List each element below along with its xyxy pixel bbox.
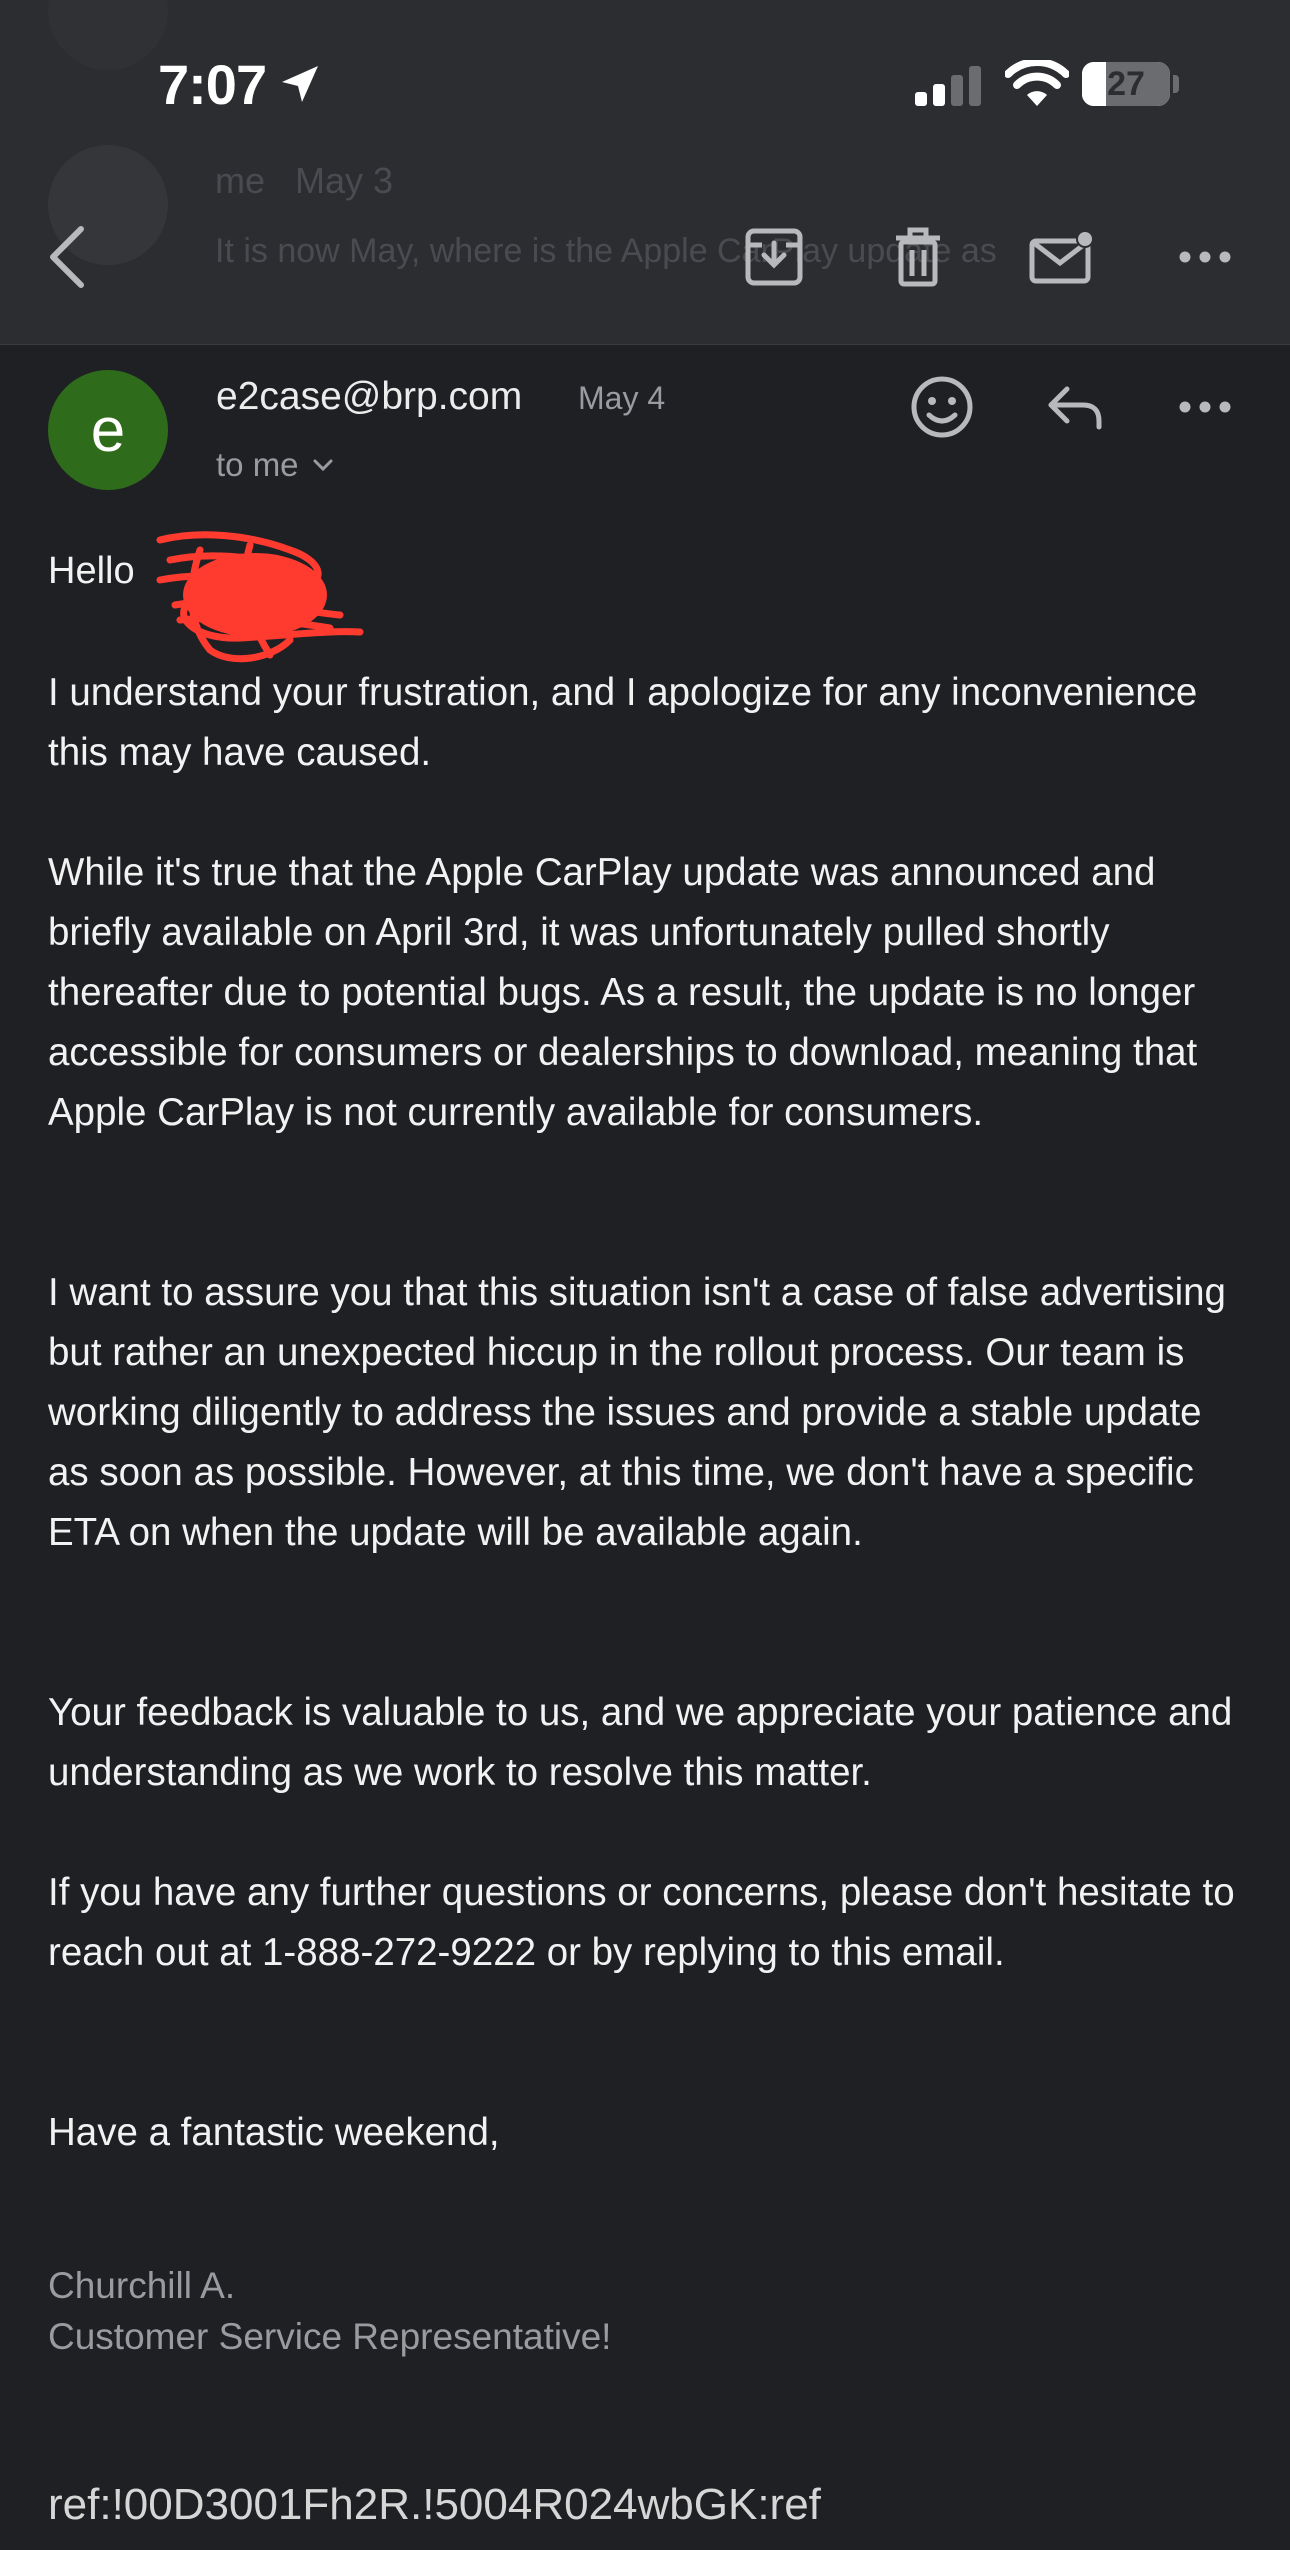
body-paragraph: If you have any further questions or con… (48, 1871, 1235, 1974)
more-options-button[interactable] (1170, 222, 1240, 292)
trash-icon (896, 227, 940, 287)
chevron-left-icon (50, 226, 84, 288)
add-reaction-button[interactable] (905, 370, 979, 444)
battery-indicator: 27 (1082, 62, 1170, 106)
message-date: May 4 (578, 380, 666, 416)
faded-thread-header: me May 3 (215, 160, 393, 202)
reference-id: ref:!00D3001Fh2R.!5004R024wbGK:ref (48, 2480, 821, 2529)
smiley-icon (911, 376, 973, 438)
reply-button[interactable] (1038, 370, 1112, 444)
faded-sender: me (215, 160, 266, 201)
body-paragraph: I understand your frustration, and I apo… (48, 671, 1198, 774)
email-detail-screen: me May 3 It is now May, where is the App… (0, 0, 1290, 2550)
mark-unread-button[interactable] (1027, 222, 1097, 292)
body-paragraph: While it's true that the Apple CarPlay u… (48, 851, 1198, 1134)
more-horizontal-icon (1179, 251, 1231, 263)
cellular-signal-icon (915, 66, 981, 106)
signature-name: Churchill A. (48, 2265, 236, 2306)
back-button[interactable] (32, 222, 102, 292)
top-toolbar: me May 3 It is now May, where is the App… (0, 0, 1290, 345)
delete-button[interactable] (883, 222, 953, 292)
greeting: Hello (48, 550, 135, 593)
greeting-text: Hello (48, 550, 135, 592)
location-arrow-icon (282, 66, 318, 102)
wifi-icon (1005, 60, 1069, 106)
recipient-label: to me (216, 446, 299, 483)
signature: Churchill A. Customer Service Representa… (48, 2260, 611, 2362)
chevron-down-icon (313, 459, 333, 472)
redaction-scribble (156, 531, 364, 663)
battery-percent: 27 (1107, 64, 1145, 103)
recipient-details-toggle[interactable]: to me (216, 446, 333, 484)
faded-preview: It is now May, where is the Apple CarPla… (215, 232, 997, 270)
battery-nub (1173, 75, 1179, 93)
mail-unread-icon (1029, 230, 1094, 284)
sender-avatar[interactable]: e (48, 370, 168, 490)
archive-icon (745, 228, 803, 286)
more-horizontal-icon (1179, 401, 1231, 413)
archive-button[interactable] (739, 222, 809, 292)
faded-avatar (48, 0, 168, 70)
reply-icon (1048, 386, 1102, 430)
body-paragraph: Your feedback is valuable to us, and we … (48, 1691, 1233, 1794)
body-paragraph: I want to assure you that this situation… (48, 1271, 1226, 1554)
closing-line: Have a fantastic weekend, (48, 2111, 500, 2154)
message-more-button[interactable] (1168, 370, 1242, 444)
sender-address[interactable]: e2case@brp.com (216, 375, 522, 419)
status-time: 7:07 (158, 53, 267, 116)
faded-date: May 3 (295, 160, 394, 201)
signature-title: Customer Service Representative! (48, 2316, 612, 2357)
